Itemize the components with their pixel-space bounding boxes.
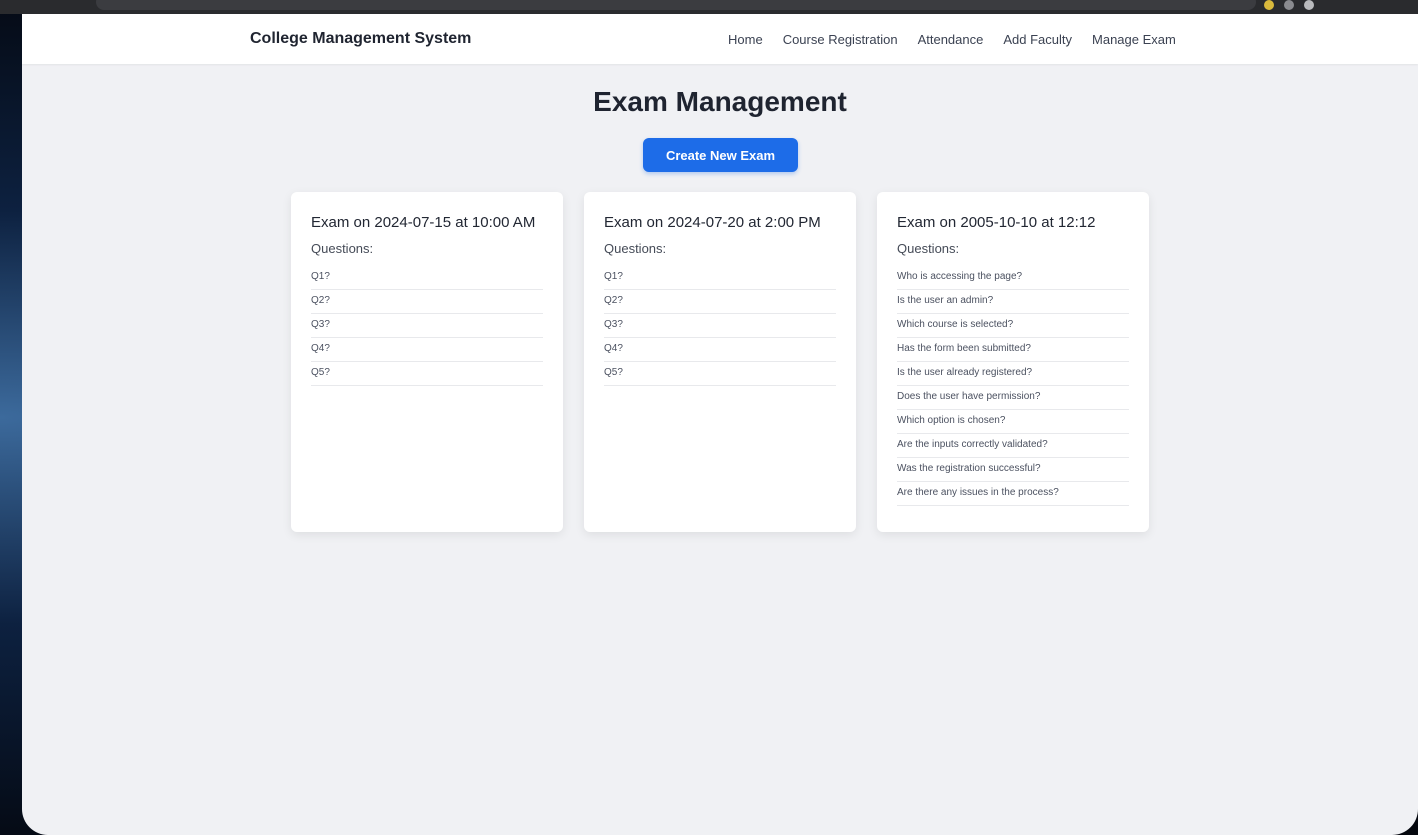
question-item: Is the user already registered? bbox=[897, 362, 1129, 386]
nav-link-attendance[interactable]: Attendance bbox=[918, 32, 984, 47]
nav-link-manage-exam[interactable]: Manage Exam bbox=[1092, 32, 1176, 47]
question-item: Q3? bbox=[311, 314, 543, 338]
exam-title: Exam on 2005-10-10 at 12:12 bbox=[897, 214, 1096, 231]
address-bar[interactable] bbox=[96, 0, 1256, 10]
question-item: Q2? bbox=[604, 290, 836, 314]
question-item: Are the inputs correctly validated? bbox=[897, 434, 1129, 458]
exam-card: Exam on 2024-07-20 at 2:00 PM Questions:… bbox=[584, 192, 856, 532]
question-item: Does the user have permission? bbox=[897, 386, 1129, 410]
question-item: Was the registration successful? bbox=[897, 458, 1129, 482]
question-list: Q1? Q2? Q3? Q4? Q5? bbox=[604, 266, 836, 386]
question-item: Q5? bbox=[311, 362, 543, 386]
app-window: College Management System Home Course Re… bbox=[22, 14, 1418, 835]
navbar: College Management System Home Course Re… bbox=[22, 14, 1418, 64]
nav-links: Home Course Registration Attendance Add … bbox=[728, 32, 1176, 47]
questions-label: Questions: bbox=[311, 241, 374, 256]
question-item: Has the form been submitted? bbox=[897, 338, 1129, 362]
question-item: Which course is selected? bbox=[897, 314, 1129, 338]
question-item: Who is accessing the page? bbox=[897, 266, 1129, 290]
question-item: Are there any issues in the process? bbox=[897, 482, 1129, 506]
profile-icon[interactable] bbox=[1304, 0, 1314, 10]
question-item: Q5? bbox=[604, 362, 836, 386]
question-item: Q1? bbox=[604, 266, 836, 290]
question-item: Is the user an admin? bbox=[897, 290, 1129, 314]
exam-title: Exam on 2024-07-15 at 10:00 AM bbox=[311, 214, 536, 231]
question-item: Q3? bbox=[604, 314, 836, 338]
questions-label: Questions: bbox=[897, 241, 960, 256]
question-item: Q2? bbox=[311, 290, 543, 314]
exam-card: Exam on 2024-07-15 at 10:00 AM Questions… bbox=[291, 192, 563, 532]
exam-cards: Exam on 2024-07-15 at 10:00 AM Questions… bbox=[291, 192, 1149, 532]
create-new-exam-button[interactable]: Create New Exam bbox=[643, 138, 798, 172]
browser-toolbar bbox=[0, 0, 1418, 14]
question-item: Q1? bbox=[311, 266, 543, 290]
nav-link-home[interactable]: Home bbox=[728, 32, 763, 47]
page-title: Exam Management bbox=[593, 86, 847, 117]
exam-card: Exam on 2005-10-10 at 12:12 Questions: W… bbox=[877, 192, 1149, 532]
brand-title[interactable]: College Management System bbox=[250, 30, 471, 48]
extension-icon[interactable] bbox=[1264, 0, 1274, 10]
question-item: Q4? bbox=[311, 338, 543, 362]
extension-icon[interactable] bbox=[1284, 0, 1294, 10]
questions-label: Questions: bbox=[604, 241, 667, 256]
question-list: Who is accessing the page? Is the user a… bbox=[897, 266, 1129, 506]
exam-title: Exam on 2024-07-20 at 2:00 PM bbox=[604, 214, 821, 231]
question-item: Q4? bbox=[604, 338, 836, 362]
question-list: Q1? Q2? Q3? Q4? Q5? bbox=[311, 266, 543, 386]
nav-link-course-registration[interactable]: Course Registration bbox=[783, 32, 898, 47]
question-item: Which option is chosen? bbox=[897, 410, 1129, 434]
nav-link-add-faculty[interactable]: Add Faculty bbox=[1003, 32, 1072, 47]
